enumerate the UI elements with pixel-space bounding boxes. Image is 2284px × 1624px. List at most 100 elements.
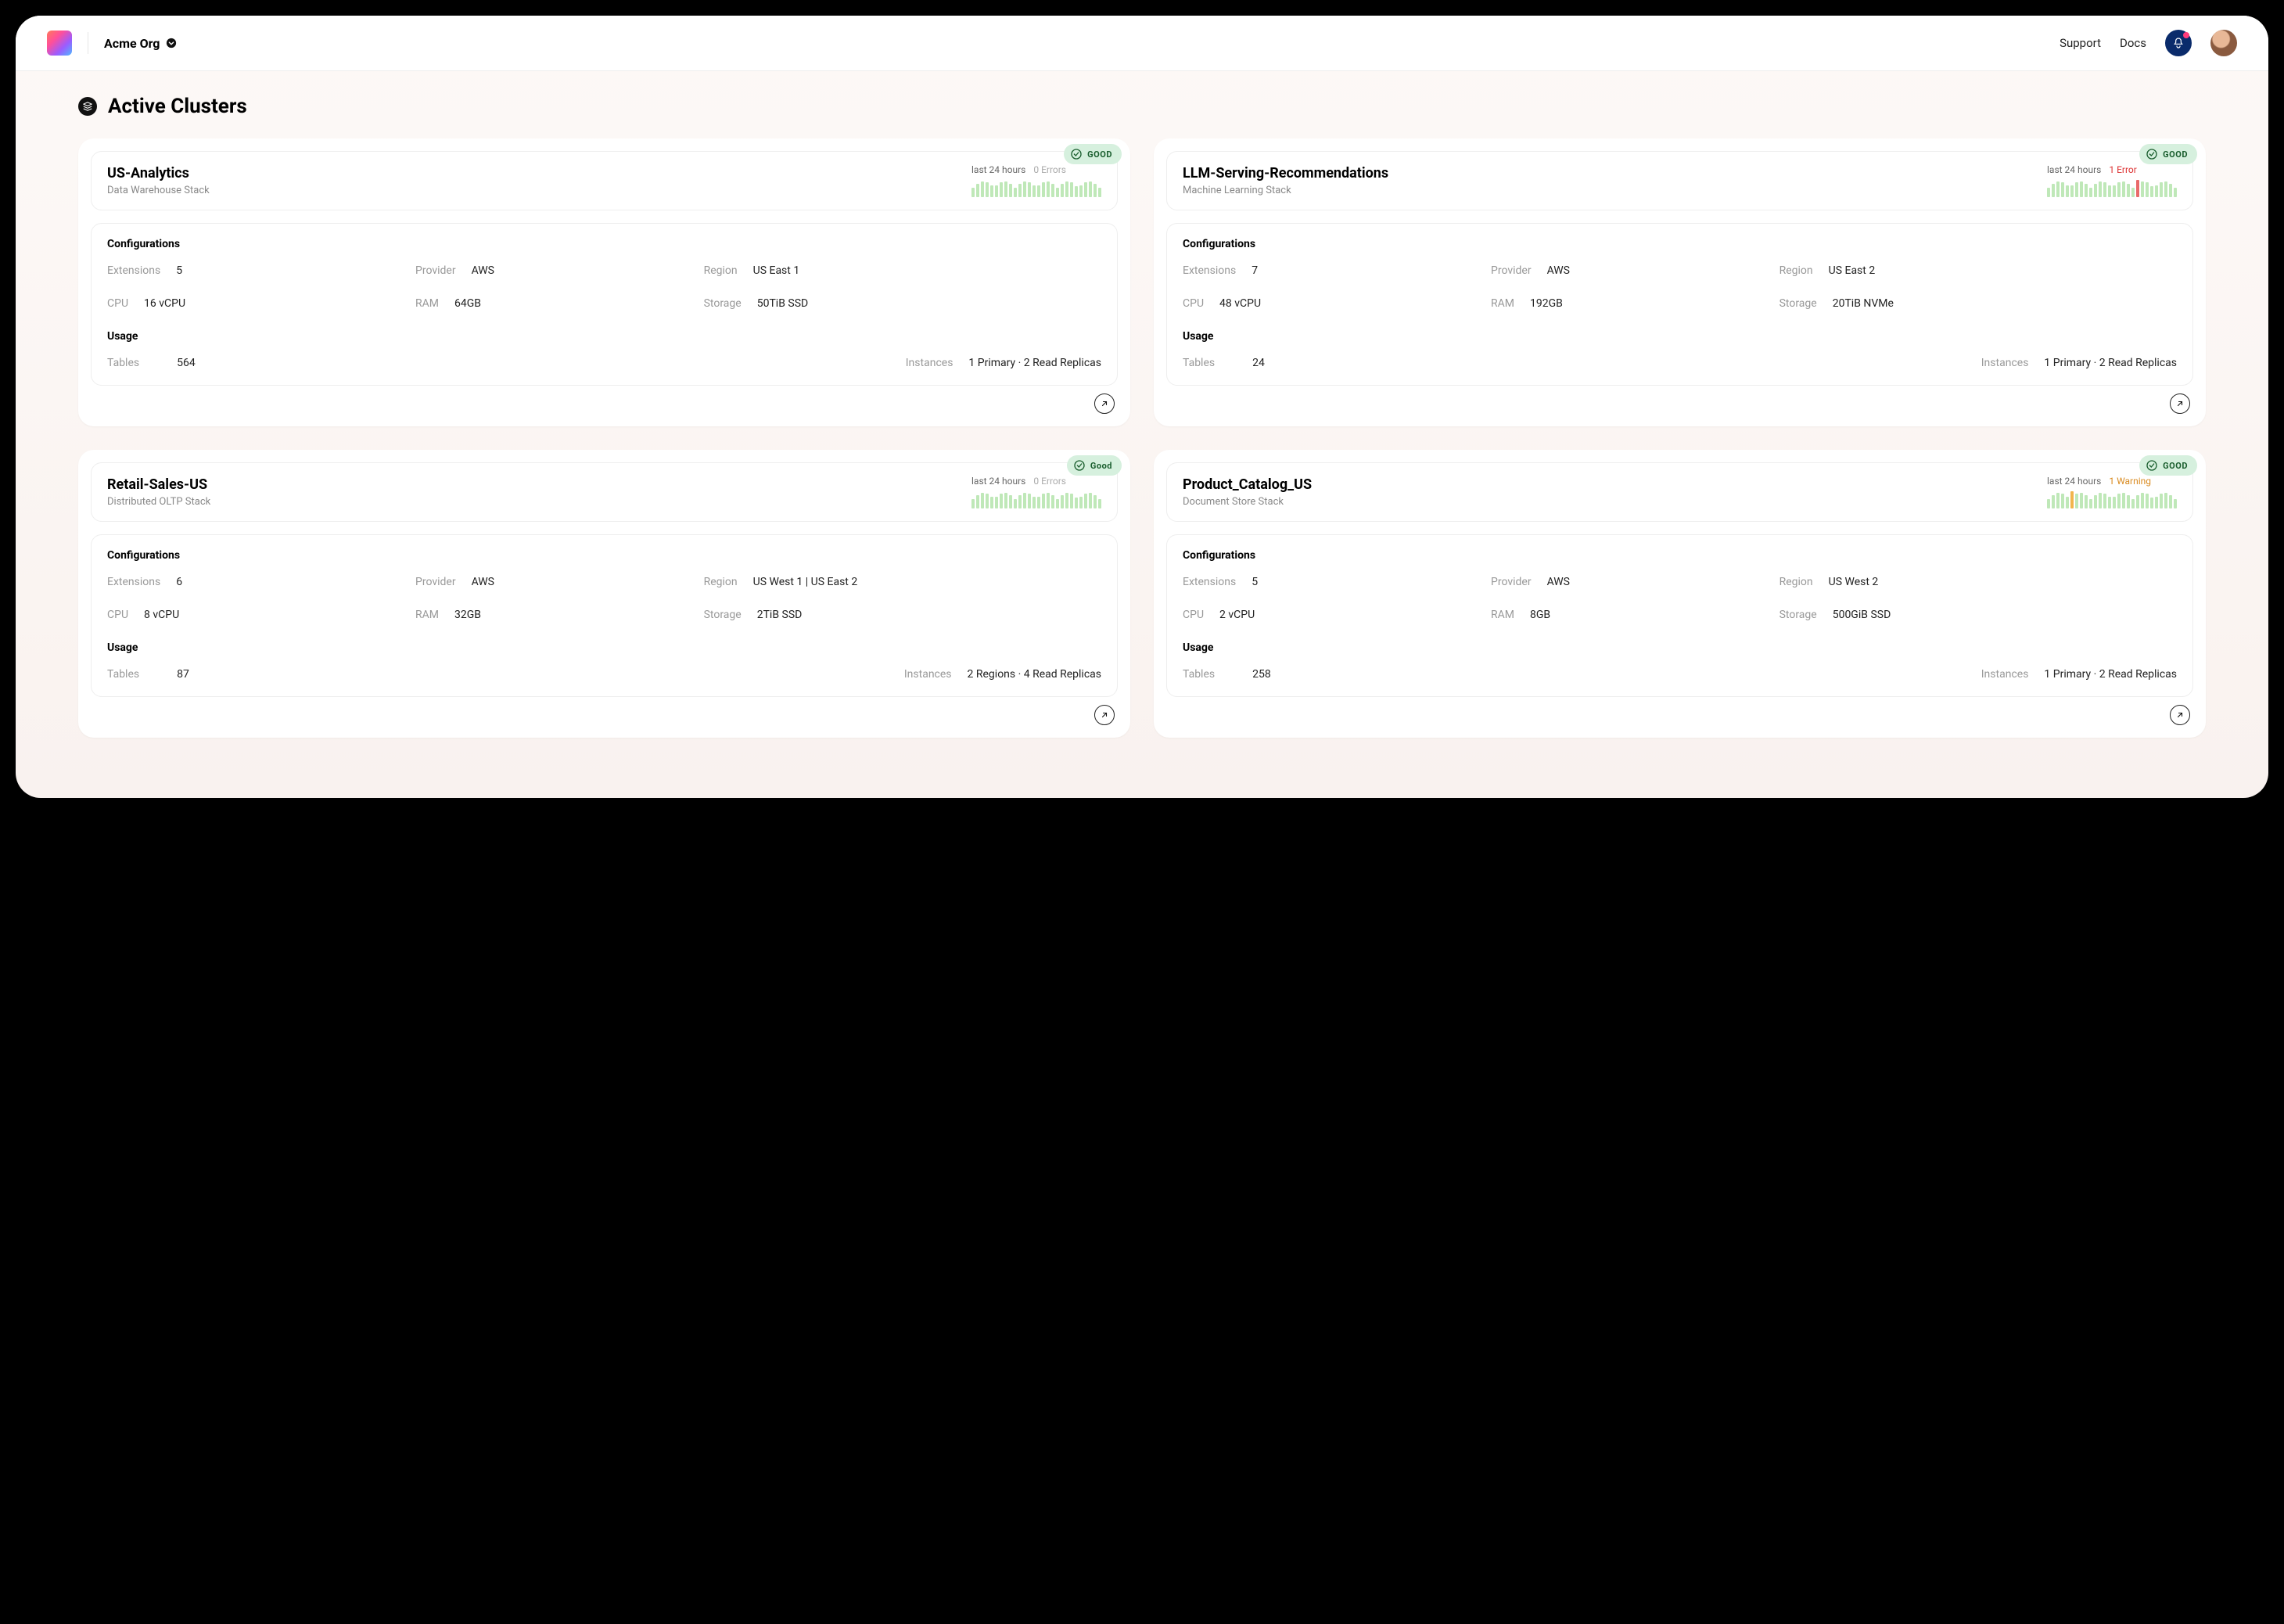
value-provider: AWS [472, 264, 494, 277]
cluster-stack: Machine Learning Stack [1183, 185, 1388, 196]
value-ram: 32GB [454, 609, 481, 621]
cluster-card: GOOD Product_Catalog_US Document Store Sta… [1154, 450, 2206, 738]
value-tables: 564 [177, 357, 196, 369]
bell-icon [2172, 37, 2185, 49]
errors-count: 1 Warning [2109, 476, 2151, 487]
label-instances: Instances [1981, 357, 2029, 369]
cluster-header: GOODProduct_Catalog_USDocument Store Sta… [1166, 462, 2193, 522]
label-provider: Provider [415, 264, 456, 277]
sparkline [2047, 180, 2177, 197]
value-cpu: 48 vCPU [1219, 297, 1261, 310]
cluster-name[interactable]: Retail-Sales-US [107, 476, 210, 493]
label-cpu: CPU [107, 609, 128, 621]
section-title-usage: Usage [1183, 641, 2177, 654]
open-cluster-button[interactable] [2170, 393, 2190, 414]
label-instances: Instances [1981, 668, 2029, 681]
check-circle-icon [1070, 148, 1083, 160]
label-region: Region [1779, 264, 1813, 277]
label-ram: RAM [415, 609, 439, 621]
cluster-name[interactable]: LLM-Serving-Recommendations [1183, 165, 1388, 181]
app-logo[interactable] [47, 31, 72, 56]
value-extensions: 5 [176, 264, 182, 277]
value-provider: AWS [1547, 576, 1570, 588]
value-storage: 500GiB SSD [1833, 609, 1891, 621]
value-region: US East 2 [1829, 264, 1876, 277]
value-storage: 20TiB NVMe [1833, 297, 1894, 310]
label-tables: Tables [107, 357, 139, 369]
errors-count: 1 Error [2109, 164, 2136, 175]
sparkline [2047, 491, 2177, 508]
notification-dot [2183, 32, 2189, 38]
cluster-stack: Data Warehouse Stack [107, 185, 210, 196]
cluster-card: GOOD LLM-Serving-Recommendations Machine L… [1154, 138, 2206, 426]
config-section: Configurations Extensions 5 Provider AWS Regi… [1166, 534, 2193, 697]
cluster-header: GOODUS-AnalyticsData Warehouse Stacklast… [91, 151, 1118, 210]
label-ram: RAM [415, 297, 439, 310]
arrow-up-right-icon [1100, 399, 1109, 408]
value-region: US West 2 [1829, 576, 1879, 588]
sparkline [971, 180, 1101, 197]
label-cpu: CPU [107, 297, 128, 310]
label-ram: RAM [1491, 297, 1514, 310]
nav-support[interactable]: Support [2060, 36, 2101, 50]
label-ram: RAM [1491, 609, 1514, 621]
value-storage: 2TiB SSD [757, 609, 803, 621]
status-badge: GOOD [2139, 455, 2197, 476]
value-tables: 87 [177, 668, 189, 681]
cluster-stack: Distributed OLTP Stack [107, 496, 210, 508]
chevron-down-icon [166, 38, 177, 49]
cluster-name[interactable]: Product_Catalog_US [1183, 476, 1312, 493]
label-extensions: Extensions [1183, 576, 1236, 588]
status-text: GOOD [2163, 149, 2188, 160]
value-tables: 24 [1252, 357, 1265, 369]
value-region: US West 1 | US East 2 [753, 576, 858, 588]
section-title-usage: Usage [107, 330, 1101, 343]
section-title-config: Configurations [1183, 549, 2177, 562]
avatar[interactable] [2210, 30, 2237, 56]
label-region: Region [1779, 576, 1813, 588]
label-provider: Provider [1491, 576, 1532, 588]
timeframe-label: last 24 hours [2047, 164, 2101, 175]
section-title-usage: Usage [107, 641, 1101, 654]
timeframe-label: last 24 hours [971, 164, 1025, 175]
label-tables: Tables [1183, 668, 1215, 681]
value-tables: 258 [1252, 668, 1271, 681]
status-badge: Good [1067, 455, 1122, 476]
value-instances: 2 Regions · 4 Read Replicas [968, 668, 1101, 681]
cluster-header: GOOD LLM-Serving-Recommendations Machine L… [1166, 151, 2193, 210]
org-name: Acme Org [104, 36, 160, 51]
cluster-card: Good Retail-Sales-US Distributed OLTP Stac… [78, 450, 1130, 738]
label-cpu: CPU [1183, 297, 1204, 310]
label-provider: Provider [415, 576, 456, 588]
arrow-up-right-icon [1100, 710, 1109, 720]
section-title-usage: Usage [1183, 330, 2177, 343]
value-cpu: 8 vCPU [144, 609, 179, 621]
cluster-name[interactable]: US-Analytics [107, 165, 210, 181]
status-badge: GOOD [2139, 144, 2197, 164]
check-circle-icon [2146, 148, 2158, 160]
section-title-config: Configurations [107, 238, 1101, 250]
open-cluster-button[interactable] [2170, 705, 2190, 725]
value-provider: AWS [472, 576, 494, 588]
cluster-card: GOODUS-AnalyticsData Warehouse Stacklast… [78, 138, 1130, 426]
label-storage: Storage [704, 609, 742, 621]
label-extensions: Extensions [107, 264, 160, 277]
value-cpu: 2 vCPU [1219, 609, 1255, 621]
value-extensions: 5 [1252, 576, 1258, 588]
topbar: Acme Org Support Docs [16, 16, 2268, 71]
timeframe-label: last 24 hours [2047, 476, 2101, 487]
nav-docs[interactable]: Docs [2120, 36, 2146, 50]
open-cluster-button[interactable] [1094, 393, 1115, 414]
cluster-stack: Document Store Stack [1183, 496, 1312, 508]
label-storage: Storage [1779, 297, 1817, 310]
org-switcher[interactable]: Acme Org [104, 36, 177, 51]
cluster-header: GoodRetail-Sales-USDistributed OLTP Stac… [91, 462, 1118, 522]
notifications-button[interactable] [2165, 30, 2192, 56]
check-circle-icon [1073, 459, 1086, 472]
page-title: Active Clusters [108, 95, 247, 118]
open-cluster-button[interactable] [1094, 705, 1115, 725]
layers-icon [78, 97, 97, 116]
arrow-up-right-icon [2175, 399, 2185, 408]
value-ram: 64GB [454, 297, 481, 310]
timeframe-label: last 24 hours [971, 476, 1025, 487]
